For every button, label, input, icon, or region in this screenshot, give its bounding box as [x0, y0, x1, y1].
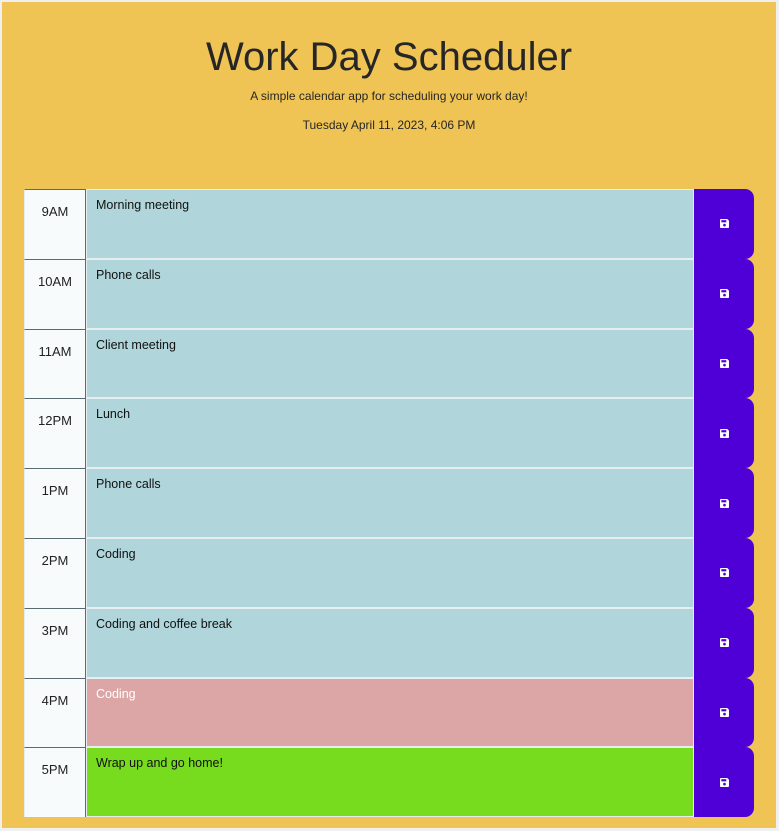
time-block-row: 3PM Coding and coffee break	[24, 607, 754, 678]
time-block-row: 4PM Coding	[24, 677, 754, 748]
hour-label: 11AM	[24, 328, 86, 399]
floppy-disk-icon	[719, 498, 729, 508]
floppy-disk-icon	[719, 219, 729, 229]
save-button[interactable]	[694, 328, 754, 399]
save-button[interactable]	[694, 747, 754, 818]
time-block-row: 12PM Lunch	[24, 398, 754, 469]
app-page: Work Day Scheduler A simple calendar app…	[2, 2, 776, 828]
floppy-disk-icon	[719, 428, 729, 438]
hour-label: 10AM	[24, 258, 86, 329]
floppy-disk-icon	[719, 289, 729, 299]
task-textarea[interactable]: Client meeting	[86, 328, 694, 399]
hour-label: 4PM	[24, 677, 86, 748]
time-block-row: 11AM Client meeting	[24, 328, 754, 399]
save-button[interactable]	[694, 607, 754, 678]
hour-label: 2PM	[24, 537, 86, 608]
floppy-disk-icon	[719, 568, 729, 578]
time-block-row: 9AM Morning meeting	[24, 189, 754, 259]
task-textarea[interactable]: Wrap up and go home!	[86, 747, 694, 818]
floppy-disk-icon	[719, 707, 729, 717]
time-block-row: 2PM Coding	[24, 537, 754, 608]
current-datetime: Tuesday April 11, 2023, 4:06 PM	[302, 118, 476, 132]
page-title: Work Day Scheduler	[205, 35, 573, 79]
hour-label: 12PM	[24, 398, 86, 469]
hour-label: 9AM	[24, 189, 86, 259]
task-textarea[interactable]: Phone calls	[86, 468, 694, 538]
save-button[interactable]	[694, 258, 754, 329]
save-button[interactable]	[694, 468, 754, 538]
hour-label: 5PM	[24, 747, 86, 818]
floppy-disk-icon	[719, 358, 729, 368]
save-button[interactable]	[694, 189, 754, 259]
task-textarea[interactable]: Coding	[86, 537, 694, 608]
task-textarea[interactable]: Morning meeting	[86, 189, 694, 259]
hour-label: 1PM	[24, 468, 86, 538]
save-button[interactable]	[694, 398, 754, 469]
task-textarea[interactable]: Phone calls	[86, 258, 694, 329]
hour-label: 3PM	[24, 607, 86, 678]
time-block-row: 10AM Phone calls	[24, 258, 754, 329]
task-textarea[interactable]: Lunch	[86, 398, 694, 469]
task-textarea[interactable]: Coding and coffee break	[86, 607, 694, 678]
save-button[interactable]	[694, 677, 754, 748]
schedule-container: 9AM Morning meeting 10AM Phone calls 11A…	[24, 189, 754, 818]
floppy-disk-icon	[719, 777, 729, 787]
time-block-row: 5PM Wrap up and go home!	[24, 747, 754, 818]
time-block-row: 1PM Phone calls	[24, 468, 754, 538]
page-subtitle: A simple calendar app for scheduling you…	[250, 89, 528, 103]
task-textarea[interactable]: Coding	[86, 677, 694, 748]
floppy-disk-icon	[719, 638, 729, 648]
save-button[interactable]	[694, 537, 754, 608]
